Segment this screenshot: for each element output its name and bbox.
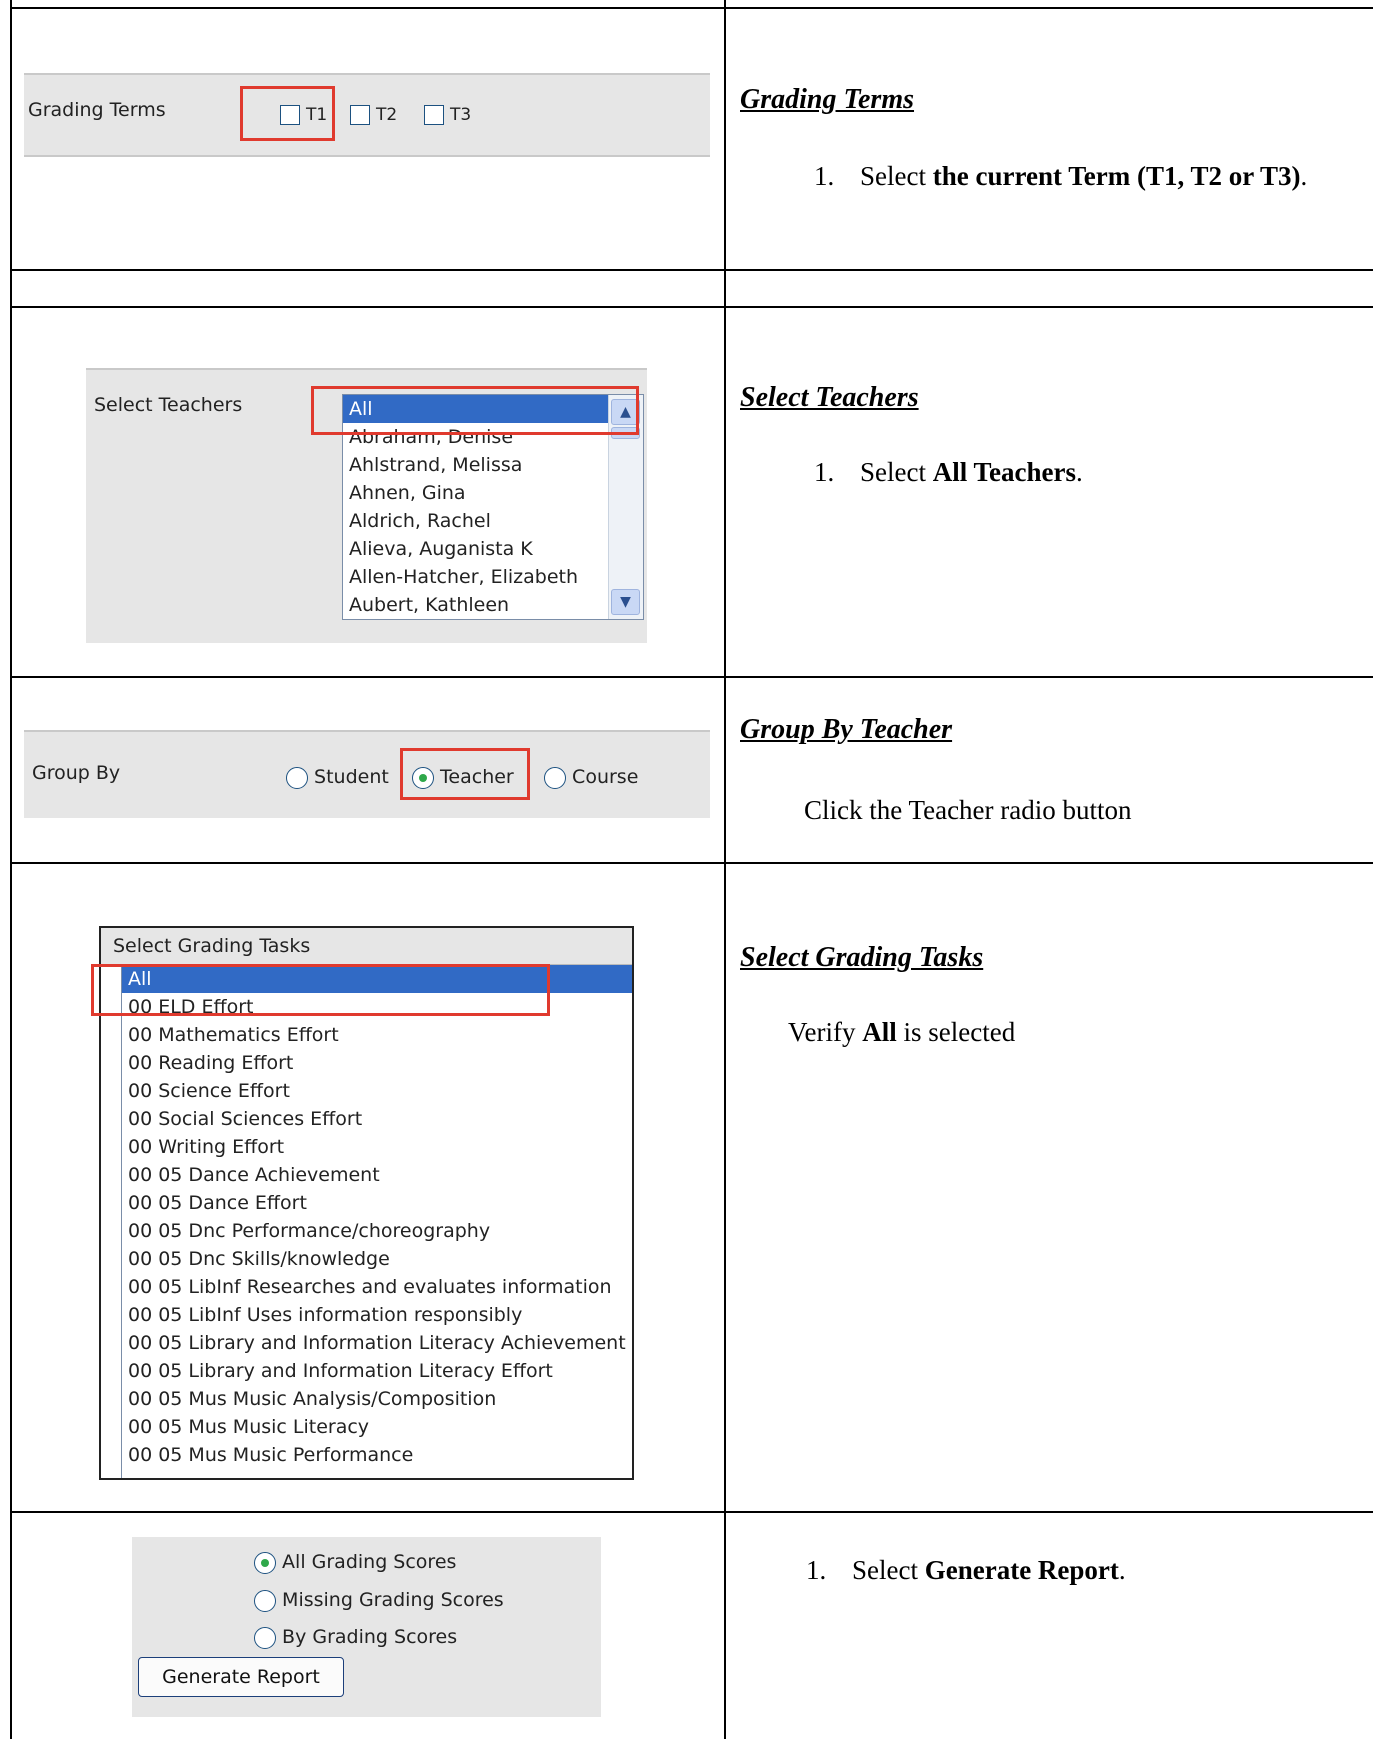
- term-t2-label: T2: [376, 105, 398, 125]
- all-grading-scores-label: All Grading Scores: [282, 1551, 457, 1573]
- grading-task-list-item[interactable]: 00 05 Mus Music Literacy: [122, 1413, 632, 1441]
- radio-icon: [254, 1589, 276, 1612]
- group-by-panel: Group By Student Teacher Course: [24, 730, 710, 818]
- instruction-text: .: [1118, 1555, 1126, 1585]
- table-left-border: [10, 0, 12, 1739]
- all-grading-scores-radio[interactable]: All Grading Scores: [254, 1551, 456, 1574]
- instruction-text: Select: [860, 457, 933, 487]
- row-divider: [10, 306, 1373, 308]
- grading-task-list-item[interactable]: 00 05 Mus Music Performance: [122, 1441, 632, 1469]
- teacher-list-item[interactable]: Ahnen, Gina: [343, 479, 609, 507]
- teacher-list-item[interactable]: Aubert, Kathleen: [343, 591, 609, 619]
- teacher-list-item[interactable]: Alieva, Auganista K: [343, 535, 609, 563]
- grading-task-list-item[interactable]: 00 05 Dnc Skills/knowledge: [122, 1245, 632, 1273]
- grading-task-list-item[interactable]: 00 Social Sciences Effort: [122, 1105, 632, 1133]
- group-by-heading: Group By Teacher: [740, 714, 953, 745]
- select-teachers-instruction: 1. Select All Teachers.: [814, 452, 1344, 492]
- term-t3-label: T3: [450, 105, 472, 125]
- instruction-text: .: [1076, 457, 1083, 487]
- table-top-border: [10, 7, 1373, 9]
- grading-terms-heading: Grading Terms: [740, 84, 915, 115]
- instruction-bold-text: All Teachers: [932, 457, 1076, 487]
- group-by-label: Group By: [32, 762, 121, 784]
- instruction-text: is selected: [896, 1017, 1016, 1047]
- table-column-divider: [724, 0, 726, 1739]
- by-grading-scores-label: By Grading Scores: [282, 1626, 458, 1648]
- grading-task-list-item[interactable]: 00 Writing Effort: [122, 1133, 632, 1161]
- grading-task-list-item[interactable]: 00 05 Dnc Performance/choreography: [122, 1217, 632, 1245]
- checkbox-icon: [424, 104, 444, 125]
- student-option-label: Student: [314, 766, 389, 788]
- generate-report-instruction: 1. Select Generate Report.: [806, 1550, 1336, 1590]
- row-divider: [10, 1511, 1373, 1513]
- highlight-box: [311, 386, 639, 435]
- checkbox-icon: [350, 104, 370, 125]
- instruction-text: .: [1300, 161, 1308, 191]
- instruction-bold-text: the current Term (T1, T2 or T3): [932, 161, 1301, 191]
- grading-task-list-item[interactable]: 00 05 Mus Music Analysis/Composition: [122, 1385, 632, 1413]
- teacher-list-item[interactable]: Allen-Hatcher, Elizabeth: [343, 563, 609, 591]
- teacher-list-item[interactable]: Aldrich, Rachel: [343, 507, 609, 535]
- radio-selected-icon: [254, 1551, 276, 1574]
- grading-terms-panel: Grading Terms T1 T2 T3: [24, 73, 710, 157]
- row-divider: [10, 676, 1373, 678]
- grading-tasks-listbox[interactable]: All 00 ELD Effort 00 Mathematics Effort 00 …: [121, 965, 632, 1478]
- grading-task-list-item[interactable]: 00 05 Dance Effort: [122, 1189, 632, 1217]
- highlight-box: [91, 964, 550, 1016]
- scroll-down-icon[interactable]: ▼: [611, 589, 640, 615]
- grading-task-list-item[interactable]: 00 05 Dance Achievement: [122, 1161, 632, 1189]
- row-divider: [10, 862, 1373, 864]
- group-by-instruction: Click the Teacher radio button: [804, 795, 1132, 825]
- step-number: 1.: [814, 457, 835, 487]
- term-t3-checkbox[interactable]: T3: [424, 103, 471, 125]
- teacher-list-item[interactable]: Ahlstrand, Melissa: [343, 451, 609, 479]
- group-by-student-radio[interactable]: Student: [286, 766, 389, 789]
- select-teachers-label: Select Teachers: [94, 394, 243, 416]
- instruction-text: Verify: [788, 1017, 863, 1047]
- grading-tasks-list-items: All 00 ELD Effort 00 Mathematics Effort 00 …: [122, 965, 632, 1469]
- step-number: 1.: [814, 161, 835, 191]
- grading-terms-label: Grading Terms: [28, 99, 166, 121]
- course-option-label: Course: [572, 766, 639, 788]
- radio-icon: [254, 1626, 276, 1649]
- missing-grading-scores-label: Missing Grading Scores: [282, 1589, 504, 1611]
- instruction-text: Select: [860, 161, 933, 191]
- grading-terms-instruction: 1. Select the current Term (T1, T2 or T3…: [814, 156, 1344, 196]
- grading-tasks-label: Select Grading Tasks: [101, 928, 632, 965]
- generate-report-button[interactable]: Generate Report: [138, 1657, 344, 1697]
- radio-icon: [286, 766, 308, 789]
- grading-task-list-item[interactable]: 00 Science Effort: [122, 1077, 632, 1105]
- grading-task-list-item[interactable]: 00 05 Library and Information Literacy A…: [122, 1329, 632, 1357]
- highlight-box: [400, 748, 530, 800]
- select-teachers-heading: Select Teachers: [740, 382, 919, 413]
- grading-task-list-item[interactable]: 00 Reading Effort: [122, 1049, 632, 1077]
- instruction-bold-text: Generate Report: [924, 1555, 1119, 1585]
- grading-task-list-item[interactable]: 00 05 LibInf Researches and evaluates in…: [122, 1273, 632, 1301]
- missing-grading-scores-radio[interactable]: Missing Grading Scores: [254, 1589, 504, 1612]
- grading-tasks-instruction: Verify All is selected: [788, 1012, 1015, 1052]
- group-by-course-radio[interactable]: Course: [544, 766, 638, 789]
- row-divider: [10, 269, 1373, 271]
- by-grading-scores-radio[interactable]: By Grading Scores: [254, 1626, 457, 1649]
- term-t2-checkbox[interactable]: T2: [350, 103, 397, 125]
- radio-icon: [544, 766, 566, 789]
- instruction-text: Select: [852, 1555, 925, 1585]
- grading-task-list-item[interactable]: 00 05 Library and Information Literacy E…: [122, 1357, 632, 1385]
- grading-task-list-item[interactable]: 00 05 LibInf Uses information responsibl…: [122, 1301, 632, 1329]
- grading-tasks-heading: Select Grading Tasks: [740, 942, 984, 973]
- step-number: 1.: [806, 1555, 827, 1585]
- highlight-box: [240, 86, 335, 141]
- grading-task-list-item[interactable]: 00 Mathematics Effort: [122, 1021, 632, 1049]
- instruction-bold-text: All: [862, 1017, 897, 1047]
